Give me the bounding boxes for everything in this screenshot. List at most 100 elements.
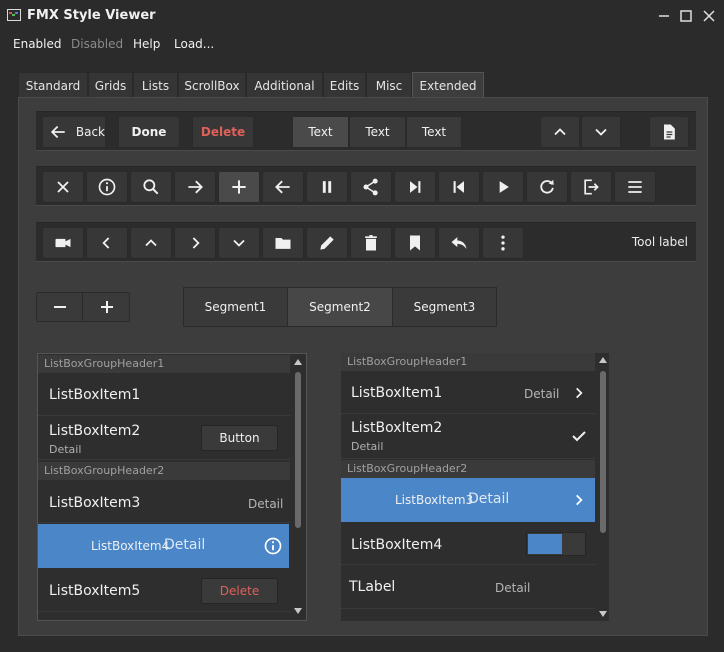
info-button[interactable]	[86, 171, 128, 203]
list-item-detail: Detail	[524, 387, 560, 401]
add-button[interactable]	[218, 171, 260, 203]
list-item-label: ListBoxItem5	[49, 583, 141, 599]
done-button[interactable]: Done	[118, 116, 180, 148]
left-button[interactable]	[86, 227, 128, 259]
maximize-button[interactable]	[674, 5, 698, 27]
segment-1[interactable]: Segment1	[184, 288, 288, 326]
info-icon[interactable]	[263, 536, 283, 556]
forward-button[interactable]	[174, 171, 216, 203]
scroll-thumb[interactable]	[295, 372, 301, 528]
skip-back-icon	[453, 181, 464, 193]
back-arrow-button[interactable]	[262, 171, 304, 203]
menu-button[interactable]	[614, 171, 656, 203]
up-button[interactable]	[540, 116, 580, 148]
down-button[interactable]	[581, 116, 621, 148]
text-segment-3[interactable]: Text	[406, 116, 462, 148]
item-button[interactable]: Button	[201, 425, 278, 451]
list-item-subtitle: Detail	[351, 440, 384, 453]
refresh-button[interactable]	[526, 171, 568, 203]
bookmark-button[interactable]	[394, 227, 436, 259]
label-detail: Detail	[495, 581, 531, 595]
logout-icon	[584, 179, 599, 195]
increment-button[interactable]	[84, 293, 130, 321]
trash-button[interactable]	[350, 227, 392, 259]
list-item-selected[interactable]: ListBoxItem3 Detail	[341, 478, 595, 522]
text-segment-2[interactable]: Text	[349, 116, 406, 148]
tab-standard[interactable]: Standard	[18, 72, 88, 98]
toggle-switch[interactable]	[526, 532, 586, 556]
right-scrollbar[interactable]	[599, 353, 607, 621]
check-icon	[572, 431, 586, 442]
tab-bar: Standard Grids Lists ScrollBox Additiona…	[18, 72, 708, 98]
decrement-button[interactable]	[37, 293, 83, 321]
right-listbox: ListBoxGroupHeader1 ListBoxItem1 Detail …	[341, 353, 609, 621]
list-item-label: ListBoxItem3	[49, 495, 141, 511]
menu-load[interactable]: Load...	[174, 37, 214, 51]
back-button[interactable]: Back	[42, 116, 106, 148]
skip-forward-button[interactable]	[394, 171, 436, 203]
scroll-down-arrow[interactable]	[294, 608, 302, 614]
play-button[interactable]	[482, 171, 524, 203]
list-item[interactable]: ListBoxItem2 Detail Button	[38, 416, 290, 460]
logout-button[interactable]	[570, 171, 612, 203]
item-delete-button[interactable]: Delete	[201, 578, 278, 604]
list-item[interactable]: ListBoxItem4	[341, 523, 595, 565]
window-title: FMX Style Viewer	[27, 8, 156, 23]
list-item-detail: Detail	[468, 491, 510, 507]
tab-extended[interactable]: Extended	[412, 72, 484, 98]
done-label: Done	[131, 125, 167, 139]
left-scrollbar[interactable]	[294, 354, 302, 620]
label-text: TLabel	[349, 579, 396, 595]
app-icon	[7, 9, 21, 21]
pause-icon	[322, 181, 332, 193]
tab-additional[interactable]: Additional	[246, 72, 323, 98]
list-item[interactable]: TLabel Detail	[341, 565, 595, 609]
scroll-down-arrow[interactable]	[599, 611, 607, 617]
play-icon	[499, 181, 509, 193]
more-button[interactable]	[482, 227, 524, 259]
share-button[interactable]	[350, 171, 392, 203]
segment-3[interactable]: Segment3	[393, 288, 496, 326]
list-item[interactable]: ListBoxItem5 Delete	[38, 568, 290, 612]
delete-button[interactable]: Delete	[192, 116, 254, 148]
folder-button[interactable]	[262, 227, 304, 259]
tab-grids[interactable]: Grids	[88, 72, 133, 98]
down-arrow-button[interactable]	[218, 227, 260, 259]
menu-disabled[interactable]: Disabled	[71, 37, 123, 51]
close-window-button[interactable]	[697, 5, 721, 27]
menu-enabled[interactable]: Enabled	[13, 37, 62, 51]
reply-button[interactable]	[438, 227, 480, 259]
edit-button[interactable]	[306, 227, 348, 259]
tab-edits[interactable]: Edits	[323, 72, 366, 98]
pause-button[interactable]	[306, 171, 348, 203]
tab-misc[interactable]: Misc	[366, 72, 412, 98]
scroll-up-arrow[interactable]	[599, 357, 607, 363]
minimize-button[interactable]	[652, 5, 676, 27]
scroll-thumb[interactable]	[600, 371, 606, 533]
up-arrow-button[interactable]	[130, 227, 172, 259]
maximize-icon	[680, 10, 692, 22]
segment-2[interactable]: Segment2	[288, 288, 393, 326]
right-button[interactable]	[174, 227, 216, 259]
scroll-up-arrow[interactable]	[294, 359, 302, 365]
camera-icon	[55, 238, 71, 248]
text-segment-label: Text	[308, 125, 333, 139]
skip-back-button[interactable]	[438, 171, 480, 203]
tab-scrollbox[interactable]: ScrollBox	[178, 72, 246, 98]
menu-help[interactable]: Help	[133, 37, 160, 51]
list-item[interactable]: ListBoxItem3 Detail	[38, 481, 290, 523]
chevron-up-icon	[145, 239, 157, 247]
search-button[interactable]	[130, 171, 172, 203]
camera-button[interactable]	[42, 227, 84, 259]
tab-lists[interactable]: Lists	[133, 72, 178, 98]
list-item-selected[interactable]: ListBoxItem4 Detail	[38, 524, 289, 568]
list-item[interactable]: ListBoxItem2 Detail	[341, 414, 595, 459]
list-item[interactable]: ListBoxItem1 Detail	[341, 372, 595, 414]
list-item[interactable]: ListBoxItem1	[38, 374, 290, 416]
document-button[interactable]	[649, 116, 689, 148]
back-label: Back	[75, 125, 105, 139]
chevron-right-icon	[576, 494, 583, 506]
chevron-up-icon	[554, 128, 566, 136]
text-segment-1[interactable]: Text	[292, 116, 349, 148]
close-button[interactable]	[42, 171, 84, 203]
